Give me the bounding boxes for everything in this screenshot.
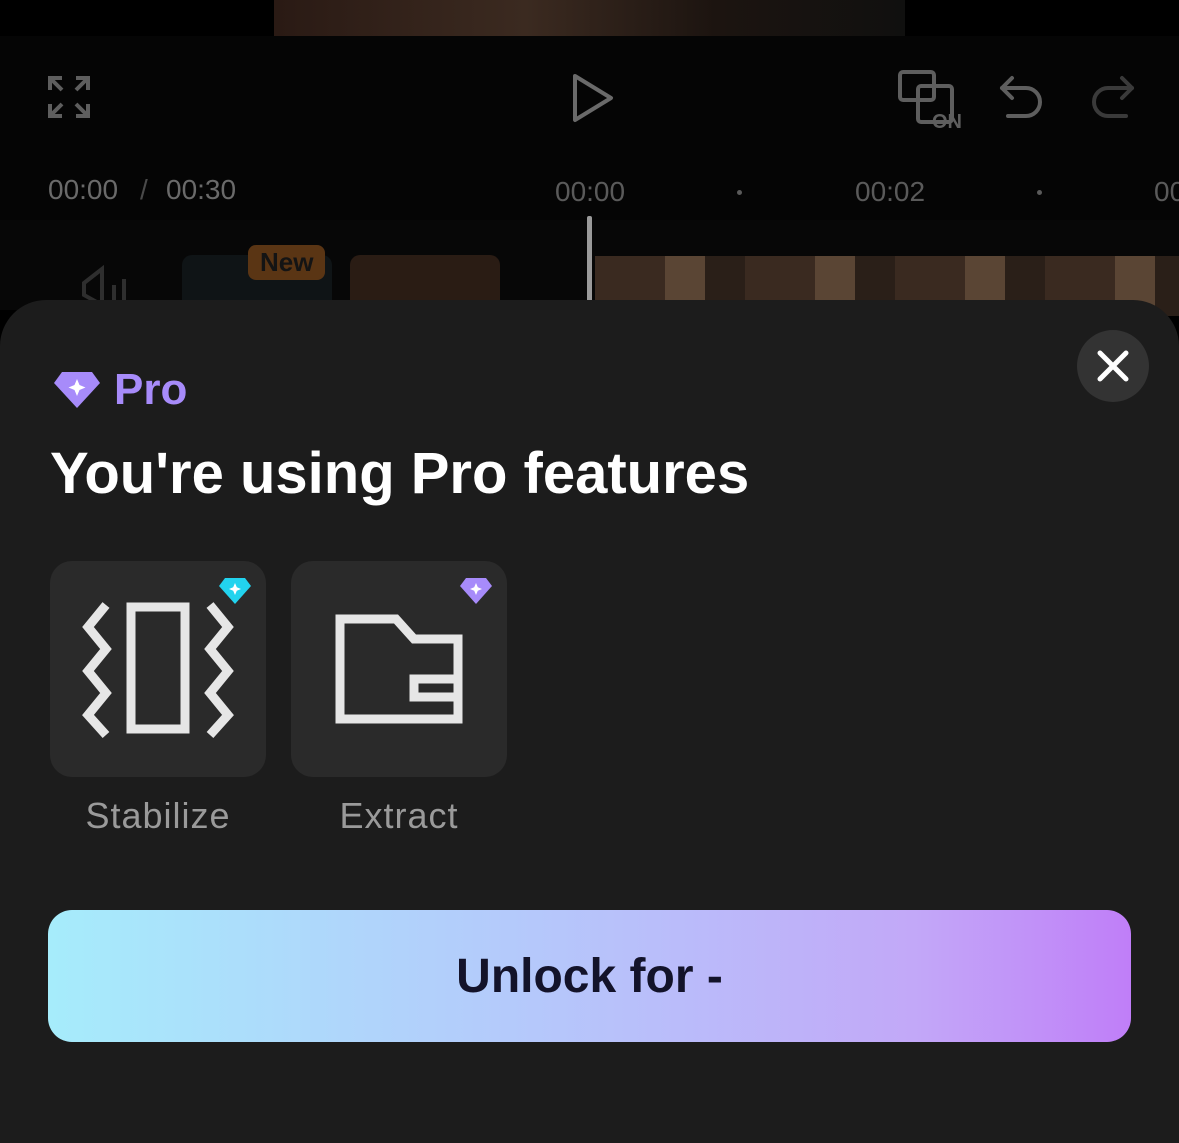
fullscreen-icon[interactable]: [44, 72, 94, 122]
pro-label: Pro: [114, 365, 188, 414]
diamond-icon: [219, 578, 251, 604]
pro-header: Pro: [52, 360, 187, 420]
feature-label: Stabilize: [85, 795, 231, 836]
feature-tile[interactable]: [50, 561, 266, 777]
video-preview: [274, 0, 905, 36]
play-icon[interactable]: [566, 70, 618, 126]
feature-stabilize[interactable]: Stabilize: [50, 561, 266, 837]
feature-label: Extract: [339, 795, 459, 836]
ruler-mark: 00:00: [555, 176, 626, 207]
new-badge: New: [248, 245, 326, 280]
close-icon: [1097, 350, 1129, 382]
ruler-mark: 00: [1154, 176, 1179, 207]
ruler-mark: 00:02: [855, 176, 926, 207]
close-button[interactable]: [1077, 330, 1149, 402]
feature-tile[interactable]: [291, 561, 507, 777]
unlock-button[interactable]: Unlock for -: [48, 910, 1131, 1042]
diamond-icon: [54, 372, 100, 408]
ruler-dot: [737, 190, 742, 195]
undo-icon[interactable]: [998, 74, 1046, 120]
current-time: 00:00: [48, 174, 119, 205]
time-separator: /: [140, 174, 148, 205]
extract-folder-icon: [335, 614, 463, 724]
on-label: ON: [932, 111, 962, 130]
unlock-label: Unlock for -: [456, 949, 723, 1003]
redo-icon[interactable]: [1088, 74, 1136, 120]
ruler-dot: [1037, 190, 1042, 195]
stabilize-icon: [82, 602, 234, 739]
sheet-title: You're using Pro features: [50, 441, 750, 506]
feature-extract[interactable]: Extract: [291, 561, 507, 837]
diamond-icon: [460, 578, 492, 604]
preview-toggle-icon[interactable]: ON: [896, 68, 966, 130]
total-time: 00:30: [166, 174, 237, 205]
